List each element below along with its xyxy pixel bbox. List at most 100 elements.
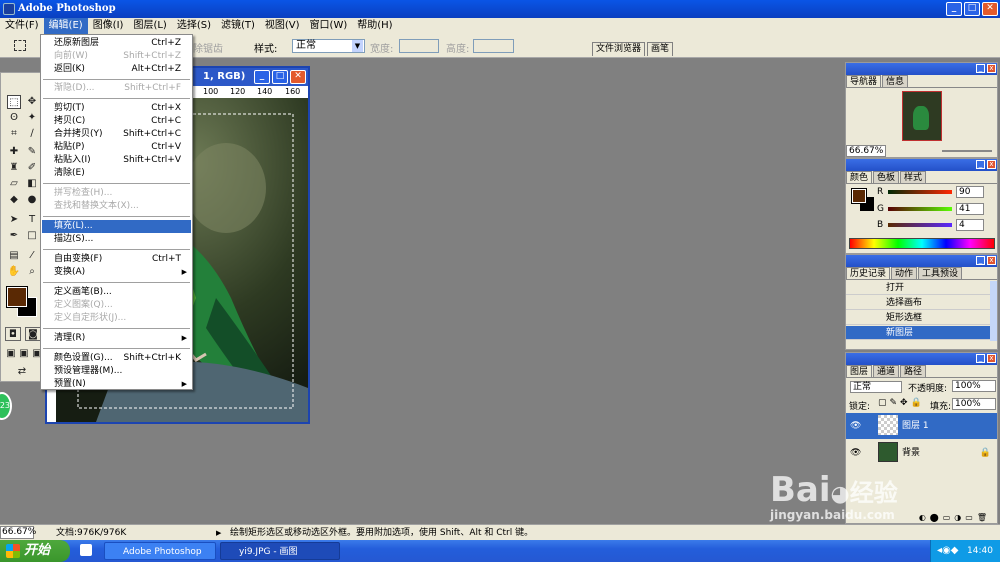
pen-icon[interactable]: ✒ [7,229,21,243]
layer-row-layer1[interactable]: 👁 图层 1 [846,413,997,439]
tab-color[interactable]: 颜色 [846,171,873,183]
layer-row-background[interactable]: 👁 背景 🔒 [846,440,997,466]
color-spectrum-bar[interactable] [849,238,995,249]
marquee-tool-icon[interactable] [14,40,26,51]
menu-select[interactable]: 选择(S) [172,18,216,34]
menu-filter[interactable]: 滤镜(T) [216,18,260,34]
tab-channels[interactable]: 通道 [873,365,900,377]
menu-item-define-brush[interactable]: 定义画笔(B)... [42,286,191,299]
menu-item-paste-into[interactable]: 粘贴入(I) Shift+Ctrl+V [42,154,191,167]
panel-close-button[interactable]: x [987,354,996,363]
notes-icon[interactable]: ▤ [7,249,21,263]
history-brush-icon[interactable]: ✐ [25,161,39,175]
tab-tool-presets[interactable]: 工具预设 [918,267,963,279]
menu-item-spell-check[interactable]: 拼写检查(H)... [42,187,191,200]
imageready-icon[interactable]: ⇄ [7,365,37,379]
quick-mask-icon[interactable]: ◙ [25,327,41,341]
tab-file-browser[interactable]: 文件浏览器 [592,42,646,56]
panel-minimize-button[interactable]: _ [976,160,985,169]
panel-minimize-button[interactable]: _ [976,354,985,363]
tab-navigator[interactable]: 导航器 [846,75,882,87]
r-slider[interactable] [888,190,952,194]
tab-swatches[interactable]: 色板 [873,171,900,183]
doc-maximize-button[interactable]: □ [272,70,288,84]
menu-item-fill[interactable]: 填充(L)... [42,220,191,233]
menu-item-fade[interactable]: 渐隐(D)... Shift+Ctrl+F [42,82,191,95]
tab-actions[interactable]: 动作 [891,267,918,279]
menu-file[interactable]: 文件(F) [0,18,44,34]
fill-input[interactable]: 100% [952,398,996,410]
width-input[interactable] [399,39,439,53]
menu-item-preferences[interactable]: 预置(N) ▶ [42,378,191,390]
start-button[interactable]: 开始 [0,540,70,562]
menu-window[interactable]: 窗口(W) [305,18,353,34]
panel-minimize-button[interactable]: _ [976,256,985,265]
tab-styles[interactable]: 样式 [900,171,927,183]
status-zoom[interactable]: 66.67% [0,526,36,539]
menu-item-color-settings[interactable]: 颜色设置(G)... Shift+Ctrl+K [42,352,191,365]
menu-edit[interactable]: 编辑(E) [43,18,88,34]
menu-item-step-backward[interactable]: 返回(K) Alt+Ctrl+Z [42,63,191,76]
menu-item-cut[interactable]: 剪切(T) Ctrl+X [42,102,191,115]
history-item-select-canvas[interactable]: 选择画布 [846,296,992,310]
tab-brushes[interactable]: 画笔 [647,42,674,56]
menu-item-find-replace[interactable]: 查找和替换文本(X)... [42,200,191,213]
task-photoshop[interactable]: Adobe Photoshop [104,542,216,560]
menu-layer[interactable]: 图层(L) [128,18,171,34]
lasso-icon[interactable]: ʘ [7,111,21,125]
panel-close-button[interactable]: x [987,160,996,169]
healing-icon[interactable]: ✚ [7,145,21,159]
opacity-input[interactable]: 100% [952,380,996,392]
r-value-input[interactable]: 90 [956,186,984,198]
panel-close-button[interactable]: x [987,64,996,73]
standard-mode-icon[interactable]: ◘ [5,327,21,341]
g-slider[interactable] [888,207,952,211]
path-select-icon[interactable]: ➤ [7,213,21,227]
zoom-icon[interactable]: ⌕ [25,265,39,279]
tab-info[interactable]: 信息 [882,75,909,87]
eye-icon[interactable]: 👁 [850,413,861,439]
navigator-zoom[interactable]: 66.67% [846,145,887,157]
panel-close-button[interactable]: x [987,256,996,265]
menu-item-transform[interactable]: 变换(A) ▶ [42,266,191,279]
menu-item-define-shape[interactable]: 定义自定形状(J)... [42,312,191,325]
eraser-icon[interactable]: ▱ [7,177,21,191]
menu-item-purge[interactable]: 清理(R) ▶ [42,332,191,345]
type-icon[interactable]: T [25,213,39,227]
menu-item-step-forward[interactable]: 向前(W) Shift+Ctrl+Z [42,50,191,63]
doc-close-button[interactable]: ✕ [290,70,306,84]
foreground-color-swatch[interactable] [6,286,28,308]
menu-item-copy[interactable]: 拷贝(C) Ctrl+C [42,115,191,128]
menu-item-paste[interactable]: 粘贴(P) Ctrl+V [42,141,191,154]
tab-history[interactable]: 历史记录 [846,267,891,279]
menu-item-undo[interactable]: 还原新图层 Ctrl+Z [42,37,191,50]
blur-icon[interactable]: ◆ [7,193,21,207]
move-icon[interactable]: ✥ [25,95,39,109]
crop-icon[interactable]: ⌗ [7,127,21,141]
height-input[interactable] [473,39,514,53]
stamp-icon[interactable]: ♜ [7,161,21,175]
menu-item-preset-manager[interactable]: 预设管理器(M)... [42,365,191,378]
menu-view[interactable]: 视图(V) [260,18,305,34]
maximize-button[interactable]: □ [964,2,980,16]
color-fg-swatch[interactable] [851,188,867,204]
dodge-icon[interactable]: ● [25,193,39,207]
menu-item-free-transform[interactable]: 自由变换(F) Ctrl+T [42,253,191,266]
history-item-rect-marquee[interactable]: 矩形选框 [846,311,992,325]
history-item-open[interactable]: 打开 [846,281,992,295]
rect-marquee-icon[interactable]: ⬚ [7,95,21,109]
screen-mode-2-icon[interactable]: ▣ [18,347,30,361]
task-paint[interactable]: yi9.JPG - 画图 [220,542,340,560]
magic-wand-icon[interactable]: ✦ [25,111,39,125]
eyedropper-icon[interactable]: ⁄ [25,249,39,263]
shape-icon[interactable]: □ [25,229,39,243]
close-button[interactable]: ✕ [982,2,998,16]
g-value-input[interactable]: 41 [956,203,984,215]
zoom-slider[interactable] [942,150,992,152]
brush-icon[interactable]: ✎ [25,145,39,159]
lock-icons[interactable]: ▢✎✥🔒 [878,398,925,408]
menu-item-define-pattern[interactable]: 定义图案(Q)... [42,299,191,312]
screen-mode-1-icon[interactable]: ▣ [5,347,17,361]
b-slider[interactable] [888,223,952,227]
menu-item-clear[interactable]: 清除(E) [42,167,191,180]
